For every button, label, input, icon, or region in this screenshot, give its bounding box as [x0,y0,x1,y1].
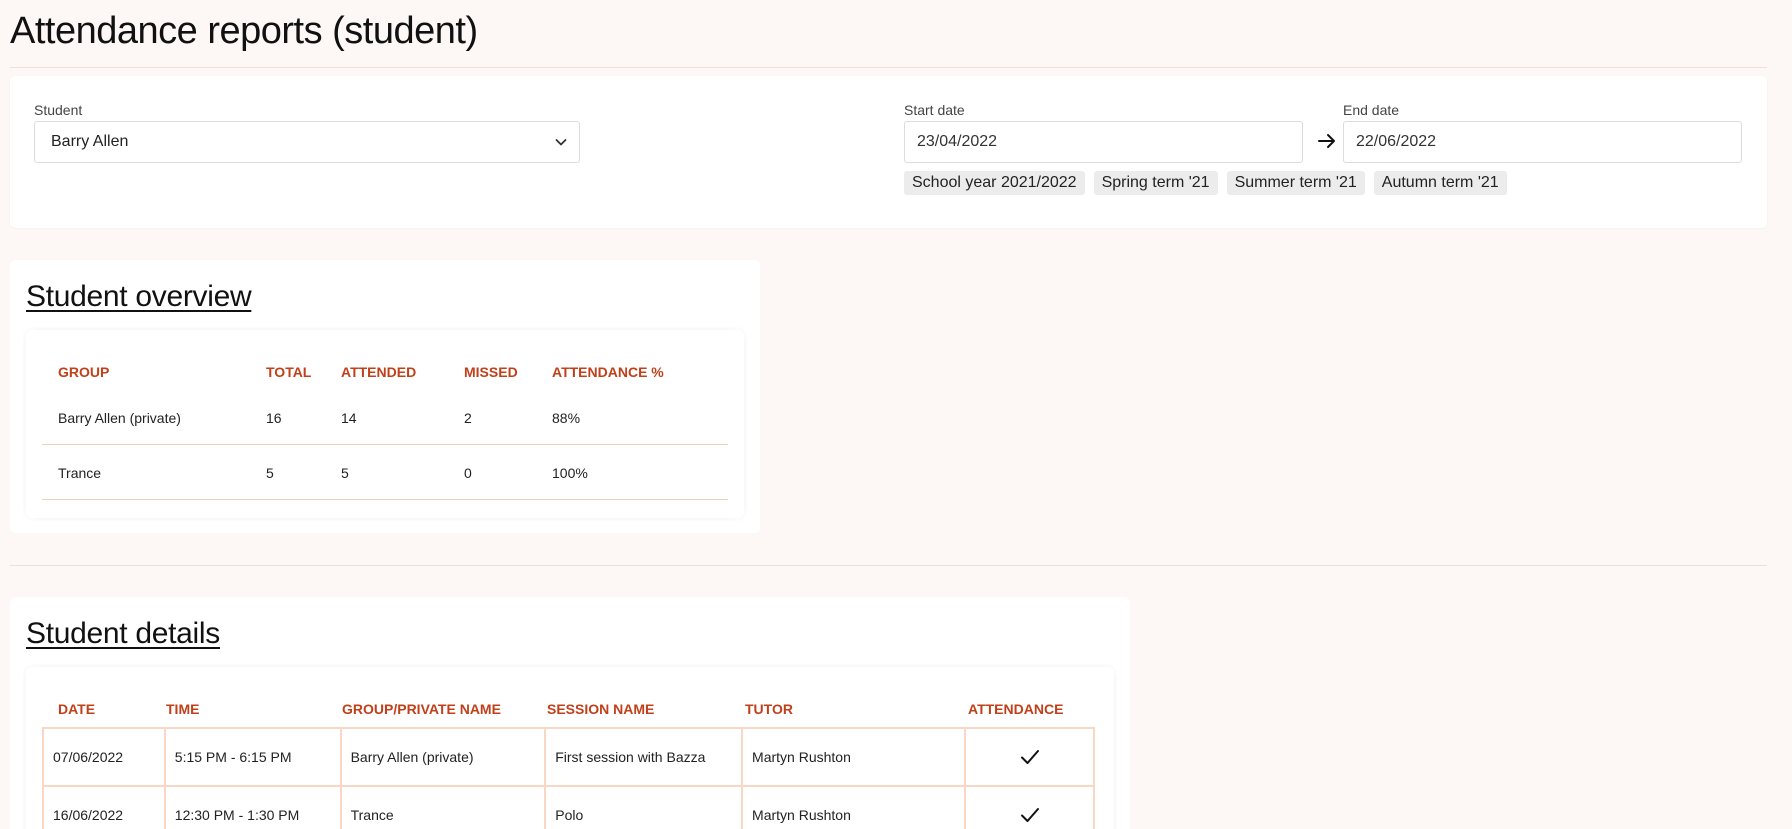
details-row-1-time: 5:15 PM - 6:15 PM [163,727,342,787]
overview-row-2-attended: 5 [341,465,349,481]
student-details-card: Student details DATE TIME GROUP/PRIVATE … [10,597,1130,829]
details-row-2-session: Polo [544,785,744,829]
end-date-input[interactable]: 22/06/2022 [1343,121,1742,163]
details-row-2-time: 12:30 PM - 1:30 PM [163,785,342,829]
overview-header-total: TOTAL [266,364,312,380]
details-header-time: TIME [166,701,200,717]
student-select-value: Barry Allen [51,133,129,150]
start-date-input[interactable]: 23/04/2022 [904,121,1303,163]
end-date-value: 22/06/2022 [1356,133,1437,150]
overview-row-2-total: 5 [266,465,274,481]
student-details-title: Student details [26,617,220,650]
chip-summer-term[interactable]: Summer term '21 [1226,171,1365,195]
details-grid: 07/06/2022 5:15 PM - 6:15 PM Barry Allen… [42,727,1095,829]
details-row-1-attendance [964,727,1095,787]
title-divider [10,67,1767,68]
table-row[interactable]: 07/06/2022 5:15 PM - 6:15 PM Barry Allen… [42,727,1095,787]
overview-row-divider [42,444,728,445]
end-date-label: End date [1343,102,1400,118]
overview-row-1-attendance-pct: 88% [552,410,581,426]
table-row[interactable]: 16/06/2022 12:30 PM - 1:30 PM Trance Pol… [42,785,1095,829]
overview-row-1-group: Barry Allen (private) [58,410,181,426]
details-row-2-attendance [964,785,1095,829]
checkmark-icon [1020,808,1039,822]
chip-school-year[interactable]: School year 2021/2022 [904,171,1085,195]
arrow-right-icon [1318,134,1335,148]
details-row-1-tutor: Martyn Rushton [741,727,967,787]
overview-row-2-missed: 0 [464,465,472,481]
details-row-1-group: Barry Allen (private) [339,727,547,787]
overview-row-divider [42,499,728,500]
overview-header-attended: ATTENDED [341,364,417,380]
checkmark-icon [1020,750,1039,764]
details-row-2-date: 16/06/2022 [42,785,166,829]
details-header-session: SESSION NAME [547,701,655,717]
overview-row-2-attendance-pct: 100% [552,465,588,481]
overview-row-2-group: Trance [58,465,102,481]
details-row-1-session: First session with Bazza [544,727,744,787]
overview-row-1-total: 16 [266,410,282,426]
chip-autumn-term[interactable]: Autumn term '21 [1373,171,1507,195]
overview-header-attendance-pct: ATTENDANCE % [552,364,664,380]
chip-spring-term[interactable]: Spring term '21 [1093,171,1218,195]
overview-header-missed: MISSED [464,364,518,380]
student-overview-card: Student overview GROUP TOTAL ATTENDED MI… [10,260,760,533]
page-title: Attendance reports (student) [10,10,478,52]
student-select[interactable]: Barry Allen [34,121,580,163]
chevron-down-icon [555,139,567,146]
term-preset-chips: School year 2021/2022 Spring term '21 Su… [904,171,1507,195]
start-date-value: 23/04/2022 [917,133,998,150]
details-row-2-group: Trance [339,785,547,829]
student-label: Student [34,102,83,118]
overview-row-1-attended: 14 [341,410,357,426]
filter-panel: Student Barry Allen Start date 23/04/202… [10,76,1767,228]
start-date-label: Start date [904,102,965,118]
details-header-tutor: TUTOR [745,701,793,717]
details-header-date: DATE [58,701,96,717]
overview-header-group: GROUP [58,364,110,380]
student-overview-title: Student overview [26,280,252,313]
overview-table: GROUP TOTAL ATTENDED MISSED ATTENDANCE %… [26,330,744,518]
overview-row-1-missed: 2 [464,410,472,426]
details-row-2-tutor: Martyn Rushton [741,785,967,829]
details-table: DATE TIME GROUP/PRIVATE NAME SESSION NAM… [26,667,1114,829]
details-header-attendance: ATTENDANCE [968,701,1064,717]
details-header-group: GROUP/PRIVATE NAME [342,701,501,717]
details-row-1-date: 07/06/2022 [42,727,166,787]
section-divider [10,565,1767,566]
